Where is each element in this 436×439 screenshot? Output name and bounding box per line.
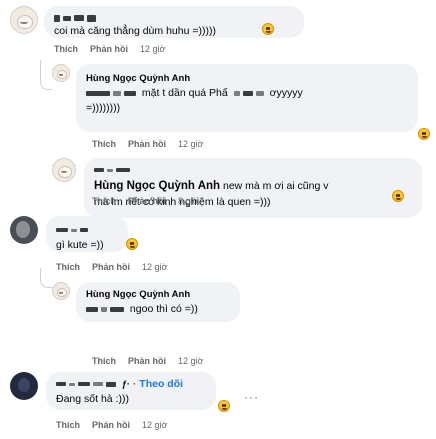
haha-emoji-icon (126, 238, 138, 250)
comment-text-line-1: Hùng Ngọc Quỳnh Anh new mà m ơi ai cũng … (94, 180, 412, 193)
author-name-redacted[interactable]: ƒ· · Theo dõi (56, 378, 206, 391)
like-button[interactable]: Thích (54, 44, 78, 54)
comment-text: Đang sốt hả :))) (56, 393, 129, 405)
comment-actions: Thích Phản hồi 12 giờ (92, 139, 203, 149)
comment-bubble: gì kute =)) (46, 216, 128, 252)
comment-actions: Thích Phản hồi 12 giờ (56, 262, 167, 272)
timestamp[interactable]: 12 giờ (142, 420, 167, 430)
reply-button[interactable]: Phản hồi (90, 44, 128, 54)
avatar[interactable] (52, 64, 70, 82)
timestamp[interactable]: 12 giờ (142, 262, 167, 272)
avatar[interactable] (52, 282, 70, 300)
author-name[interactable]: Hùng Ngọc Quỳnh Anh (86, 72, 408, 85)
author-name-redacted[interactable] (94, 164, 412, 177)
timestamp[interactable]: 8 giờ (178, 196, 198, 206)
avatar[interactable] (10, 216, 38, 244)
haha-emoji-icon (262, 23, 274, 35)
reply-button[interactable]: Phản hồi (128, 139, 166, 149)
comment-text-part: new mà m ơi ai cũng v (222, 180, 329, 192)
separator-dot: · (132, 378, 137, 390)
reply-button[interactable]: Phản hồi (92, 420, 130, 430)
comment-bubble: ƒ· · Theo dõi Đang sốt hả :))) (46, 372, 216, 410)
follow-button[interactable]: Theo dõi (139, 378, 183, 390)
avatar[interactable] (10, 6, 38, 34)
comment-bubble: Hùng Ngọc Quỳnh Anh ngoo thì có =)) (76, 282, 240, 322)
author-name-redacted[interactable] (54, 12, 294, 25)
mentioned-user[interactable]: Hùng Ngọc Quỳnh Anh (94, 180, 220, 192)
author-name[interactable]: Hùng Ngọc Quỳnh Anh (86, 288, 230, 301)
comment-text-part: ơyyyyy (269, 87, 303, 99)
like-button[interactable]: Thích (92, 139, 116, 149)
comment-actions: Thích Phản hồi 12 giờ (92, 356, 203, 366)
comment-text-part: mặt t dần quá Phấ (141, 87, 228, 99)
haha-emoji-icon (418, 128, 430, 140)
comment-bubble: Hùng Ngọc Quỳnh Anh new mà m ơi ai cũng … (84, 158, 422, 218)
like-button[interactable]: Thích (92, 356, 116, 366)
reply-connector (40, 60, 52, 90)
comment-actions: Thích Phản hồi 12 giờ (54, 44, 165, 54)
comment-text: coi mà căng thẳng dùm huhu =))))) (54, 25, 216, 37)
reply-1: Hùng Ngọc Quỳnh Anh mặt t dần quá Phấ ơy… (52, 64, 418, 132)
author-name-redacted[interactable] (56, 224, 118, 237)
reply-3: Hùng Ngọc Quỳnh Anh ngoo thì có =)) (52, 282, 240, 322)
comment-text: gì kute =)) (56, 239, 104, 251)
comment-bubble: Hùng Ngọc Quỳnh Anh mặt t dần quá Phấ ơy… (76, 64, 418, 132)
author-name-suffix: ƒ· (121, 379, 130, 389)
reply-connector (40, 268, 52, 288)
timestamp[interactable]: 12 giờ (178, 356, 203, 366)
reply-button[interactable]: Phản hồi (128, 196, 166, 206)
reply-button[interactable]: Phản hồi (92, 262, 130, 272)
haha-emoji-icon (392, 190, 404, 202)
comment-actions: Thích Phản hồi 8 giờ (92, 196, 198, 206)
comment-actions: Thích Phản hồi 12 giờ (56, 420, 167, 430)
comment-2: gì kute =)) (10, 216, 128, 252)
comment-text-line-2: =)))))))) (86, 102, 121, 114)
timestamp[interactable]: 12 giờ (178, 139, 203, 149)
comment-1: coi mà căng thẳng dùm huhu =))))) (10, 6, 304, 38)
avatar[interactable] (52, 158, 76, 182)
reply-button[interactable]: Phản hồi (128, 356, 166, 366)
comment-3: ƒ· · Theo dõi Đang sốt hả :))) (10, 372, 216, 410)
avatar[interactable] (10, 372, 38, 400)
comment-text-line: ngoo thì có =)) (86, 303, 230, 316)
like-button[interactable]: Thích (92, 196, 116, 206)
haha-emoji-icon (218, 400, 230, 412)
more-options-icon[interactable]: ··· (244, 390, 259, 404)
comment-text-part: ngoo thì có =)) (129, 303, 198, 315)
comment-text-line-1: mặt t dần quá Phấ ơyyyyy (86, 87, 408, 100)
reply-2: Hùng Ngọc Quỳnh Anh new mà m ơi ai cũng … (52, 158, 422, 218)
like-button[interactable]: Thích (56, 262, 80, 272)
like-button[interactable]: Thích (56, 420, 80, 430)
timestamp[interactable]: 12 giờ (140, 44, 165, 54)
